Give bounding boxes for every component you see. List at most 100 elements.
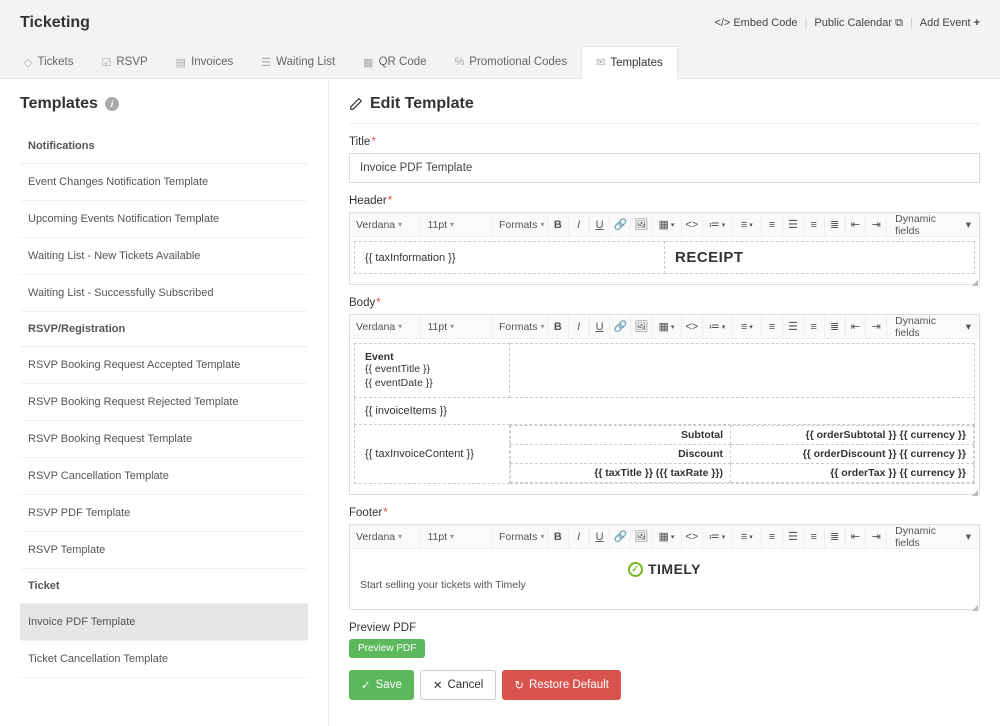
tab-waiting[interactable]: ☰Waiting List: [247, 46, 349, 78]
align-justify-button[interactable]: ≣: [825, 213, 846, 236]
title-input[interactable]: [349, 153, 980, 183]
public-calendar-link[interactable]: Public Calendar ⧉: [814, 17, 903, 30]
formats-select[interactable]: Formats▾: [493, 315, 548, 338]
table-button[interactable]: ▦▾: [652, 213, 682, 236]
indent-button[interactable]: ⇥: [866, 525, 887, 548]
sidebar-item-waiting-subscribed[interactable]: Waiting List - Successfully Subscribed: [20, 275, 308, 312]
tab-promo[interactable]: %Promotional Codes: [441, 46, 582, 78]
code-button[interactable]: <>: [682, 315, 703, 338]
sidebar-item-rsvp-template[interactable]: RSVP Template: [20, 532, 308, 569]
formats-select[interactable]: Formats▾: [493, 213, 548, 236]
size-select[interactable]: 11pt▾: [421, 315, 492, 338]
underline-button[interactable]: U: [590, 315, 611, 338]
link-button[interactable]: 🔗: [610, 315, 631, 338]
align-center-button[interactable]: ☰: [783, 525, 804, 548]
table-button[interactable]: ▦▾: [652, 525, 682, 548]
header-cell-tax[interactable]: {{ taxInformation }}: [355, 242, 665, 274]
align-left-button[interactable]: ≡: [762, 525, 783, 548]
underline-button[interactable]: U: [590, 525, 611, 548]
bullet-button[interactable]: ≔▾: [703, 525, 733, 548]
link-button[interactable]: 🔗: [610, 525, 631, 548]
align-left-button[interactable]: ≡: [762, 315, 783, 338]
align-justify-button[interactable]: ≣: [825, 315, 846, 338]
italic-button[interactable]: I: [569, 525, 590, 548]
image-button[interactable]: 🖼: [631, 525, 652, 548]
indent-button[interactable]: ⇥: [866, 213, 887, 236]
body-cell-items[interactable]: {{ invoiceItems }}: [355, 398, 975, 425]
dynamic-fields-select[interactable]: Dynamic fields▾: [887, 213, 979, 236]
sidebar-item-invoice-pdf[interactable]: Invoice PDF Template: [20, 604, 308, 641]
align-right-button[interactable]: ≡: [804, 213, 825, 236]
tab-rsvp[interactable]: ☑RSVP: [87, 46, 161, 78]
footer-editor-body[interactable]: ✓ TIMELY Start selling your tickets with…: [350, 549, 979, 603]
header-editor: Verdana▾ 11pt▾ Formats▾ B I U 🔗 🖼 ▦▾ <> …: [349, 212, 980, 285]
code-button[interactable]: <>: [682, 213, 703, 236]
resize-handle[interactable]: [350, 488, 979, 494]
sidebar-item-upcoming-events[interactable]: Upcoming Events Notification Template: [20, 201, 308, 238]
align-right-button[interactable]: ≡: [804, 525, 825, 548]
bullet-button[interactable]: ≔▾: [703, 213, 733, 236]
table-button[interactable]: ▦▾: [652, 315, 682, 338]
numlist-button[interactable]: ≡▾: [732, 525, 762, 548]
preview-pdf-button[interactable]: Preview PDF: [349, 639, 425, 658]
font-select[interactable]: Verdana▾: [350, 315, 421, 338]
numlist-button[interactable]: ≡▾: [732, 213, 762, 236]
align-justify-button[interactable]: ≣: [825, 525, 846, 548]
italic-button[interactable]: I: [569, 213, 590, 236]
formats-select[interactable]: Formats▾: [493, 525, 548, 548]
resize-handle[interactable]: [350, 603, 979, 609]
add-event-link[interactable]: Add Event +: [920, 17, 980, 29]
outdent-button[interactable]: ⇤: [846, 213, 867, 236]
embed-code-link[interactable]: </> Embed Code: [714, 17, 797, 29]
indent-button[interactable]: ⇥: [866, 315, 887, 338]
sidebar-item-rsvp-cancel[interactable]: RSVP Cancellation Template: [20, 458, 308, 495]
align-right-button[interactable]: ≡: [804, 315, 825, 338]
body-cell-taxinv[interactable]: {{ taxInvoiceContent }}: [355, 425, 510, 484]
body-cell-totals[interactable]: Subtotal{{ orderSubtotal }} {{ currency …: [510, 425, 975, 484]
font-select[interactable]: Verdana▾: [350, 525, 421, 548]
dynamic-fields-select[interactable]: Dynamic fields▾: [887, 315, 979, 338]
bold-button[interactable]: B: [548, 315, 569, 338]
bullet-button[interactable]: ≔▾: [703, 315, 733, 338]
size-select[interactable]: 11pt▾: [421, 525, 492, 548]
align-left-button[interactable]: ≡: [762, 213, 783, 236]
link-button[interactable]: 🔗: [610, 213, 631, 236]
body-editor-body[interactable]: Event {{ eventTitle }} {{ eventDate }} {…: [350, 339, 979, 488]
label-body: Body: [349, 297, 375, 309]
tab-qr[interactable]: ▦QR Code: [349, 46, 440, 78]
sidebar-item-rsvp-request[interactable]: RSVP Booking Request Template: [20, 421, 308, 458]
underline-button[interactable]: U: [590, 213, 611, 236]
italic-button[interactable]: I: [569, 315, 590, 338]
font-select[interactable]: Verdana▾: [350, 213, 421, 236]
bold-button[interactable]: B: [548, 525, 569, 548]
outdent-button[interactable]: ⇤: [846, 315, 867, 338]
header-editor-body[interactable]: {{ taxInformation }} RECEIPT: [350, 237, 979, 278]
numlist-button[interactable]: ≡▾: [732, 315, 762, 338]
image-button[interactable]: 🖼: [631, 213, 652, 236]
header-cell-receipt[interactable]: RECEIPT: [665, 242, 975, 274]
sidebar-item-rsvp-pdf[interactable]: RSVP PDF Template: [20, 495, 308, 532]
restore-default-button[interactable]: ↻ Restore Default: [502, 670, 621, 700]
sidebar-item-waiting-new[interactable]: Waiting List - New Tickets Available: [20, 238, 308, 275]
align-center-button[interactable]: ☰: [783, 315, 804, 338]
save-button[interactable]: ✓ Save: [349, 670, 414, 700]
sidebar-item-rsvp-rejected[interactable]: RSVP Booking Request Rejected Template: [20, 384, 308, 421]
image-button[interactable]: 🖼: [631, 315, 652, 338]
outdent-button[interactable]: ⇤: [846, 525, 867, 548]
body-cell-empty[interactable]: [510, 344, 975, 398]
bold-button[interactable]: B: [548, 213, 569, 236]
sidebar-item-event-changes[interactable]: Event Changes Notification Template: [20, 164, 308, 201]
info-icon[interactable]: i: [105, 97, 119, 111]
align-center-button[interactable]: ☰: [783, 213, 804, 236]
tab-templates[interactable]: ✉Templates: [581, 46, 678, 79]
size-select[interactable]: 11pt▾: [421, 213, 492, 236]
tab-invoices[interactable]: ▤Invoices: [162, 46, 248, 78]
code-button[interactable]: <>: [682, 525, 703, 548]
body-cell-event[interactable]: Event {{ eventTitle }} {{ eventDate }}: [355, 344, 510, 398]
resize-handle[interactable]: [350, 278, 979, 284]
cancel-button[interactable]: ✕ Cancel: [420, 670, 496, 700]
dynamic-fields-select[interactable]: Dynamic fields▾: [887, 525, 979, 548]
sidebar-item-ticket-cancel[interactable]: Ticket Cancellation Template: [20, 641, 308, 678]
sidebar-item-rsvp-accepted[interactable]: RSVP Booking Request Accepted Template: [20, 347, 308, 384]
tab-tickets[interactable]: ◇Tickets: [10, 46, 87, 78]
